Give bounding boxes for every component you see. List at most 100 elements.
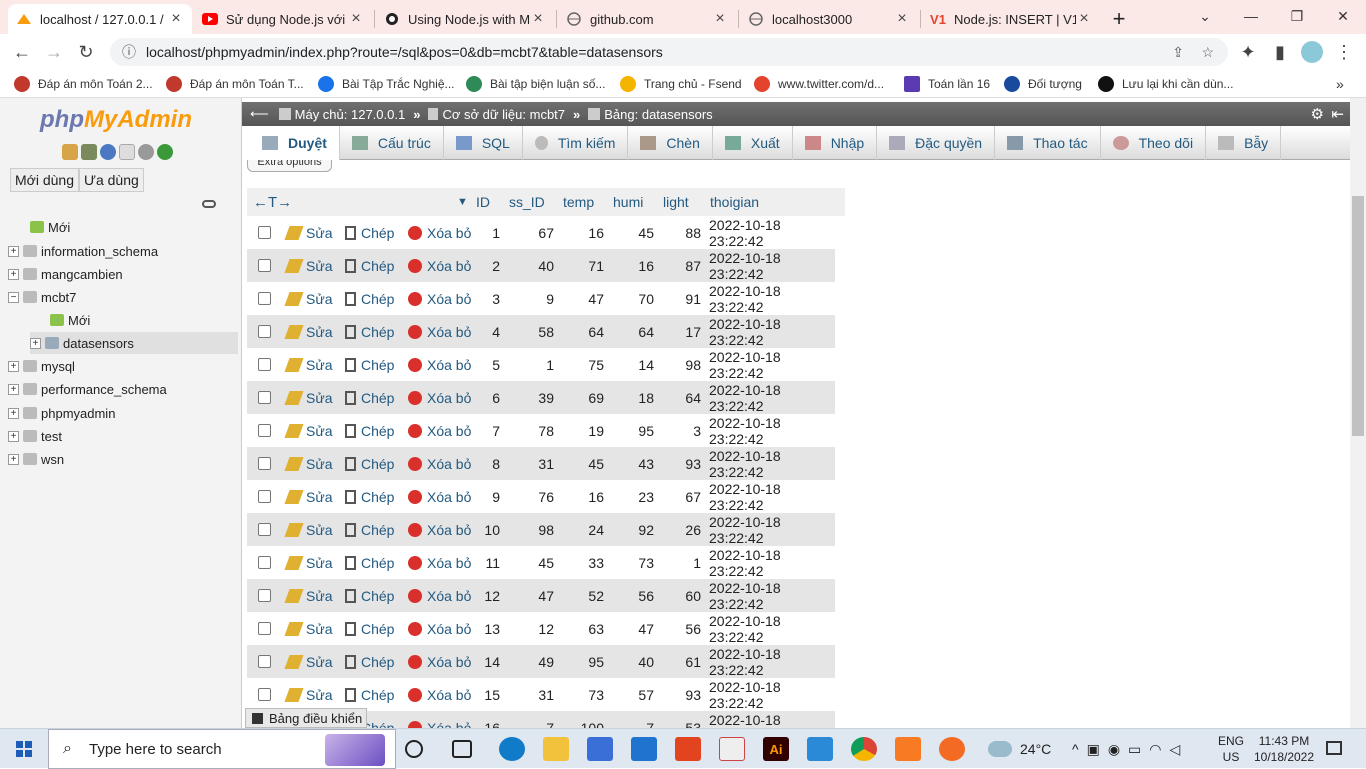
delete-link[interactable]: Xóa bỏ [408, 522, 471, 538]
copy-link[interactable]: Chép [345, 489, 394, 505]
table-row[interactable]: Sửa Chép Xóa bỏ 6 39 69 18 64 2022-10-18 23:22:4… [247, 381, 835, 414]
favorite-tables-button[interactable]: Ưa dùng [79, 168, 144, 192]
vscode-icon[interactable] [807, 737, 833, 761]
copy-link[interactable]: Chép [345, 225, 394, 241]
delete-link[interactable]: Xóa bỏ [408, 456, 471, 472]
delete-link[interactable]: Xóa bỏ [408, 225, 471, 241]
row-checkbox[interactable] [258, 490, 271, 503]
edit-link[interactable]: Sửa [284, 225, 333, 241]
tab-insert[interactable]: Chèn [628, 126, 713, 160]
bookmark-item[interactable]: Bài tập biện luận số... [466, 74, 605, 94]
copy-link[interactable]: Chép [345, 324, 394, 340]
postman-icon[interactable] [939, 737, 965, 761]
tree-item-datasensors[interactable]: + datasensors [30, 332, 238, 354]
close-icon[interactable]: × [168, 10, 184, 28]
edit-link[interactable]: Sửa [284, 687, 333, 703]
extensions-icon[interactable]: ✦ [1234, 38, 1262, 66]
notification-icon[interactable] [1326, 741, 1342, 755]
collapse-icon[interactable]: − [8, 291, 19, 303]
browser-tab-phpmyadmin[interactable]: localhost / 127.0.0.1 / × [8, 4, 192, 34]
recent-tables-button[interactable]: Mới dùng [10, 168, 79, 192]
weather-widget[interactable]: 24°C [988, 729, 1051, 769]
language-indicator[interactable]: ENG US [1218, 729, 1244, 769]
copy-link[interactable]: Chép [345, 357, 394, 373]
console-toggle[interactable]: Bảng điều khiển [245, 708, 367, 728]
column-header-humi[interactable]: humi [613, 194, 643, 210]
tree-item-performance-schema[interactable]: + performance_schema [8, 378, 167, 400]
tree-item-phpmyadmin[interactable]: + phpmyadmin [8, 402, 115, 424]
breadcrumb-server[interactable]: Máy chủ: 127.0.0.1 [295, 107, 406, 122]
table-row[interactable]: Sửa Chép Xóa bỏ 14 49 95 40 61 2022-10-18 23:22:… [247, 645, 835, 678]
tab-search[interactable]: Tìm kiếm [523, 126, 629, 160]
row-checkbox[interactable] [258, 688, 271, 701]
side-panel-icon[interactable]: ▮ [1266, 38, 1294, 66]
delete-link[interactable]: Xóa bỏ [408, 588, 471, 604]
row-checkbox[interactable] [258, 622, 271, 635]
tree-item-information-schema[interactable]: + information_schema [8, 240, 158, 262]
tree-item-mysql[interactable]: + mysql [8, 355, 75, 377]
delete-link[interactable]: Xóa bỏ [408, 423, 471, 439]
expand-icon[interactable]: + [8, 383, 19, 395]
tab-browse[interactable]: Duyệt [250, 126, 340, 160]
edit-link[interactable]: Sửa [284, 357, 333, 373]
column-header-temp[interactable]: temp [563, 194, 594, 210]
edit-link[interactable]: Sửa [284, 423, 333, 439]
column-header-ss-id[interactable]: ss_ID [509, 194, 545, 210]
tray-status-icon[interactable]: ◉ [1108, 741, 1120, 758]
bookmark-item[interactable]: Đối tượng [1004, 74, 1082, 94]
delete-link[interactable]: Xóa bỏ [408, 291, 471, 307]
edit-link[interactable]: Sửa [284, 522, 333, 538]
edit-link[interactable]: Sửa [284, 291, 333, 307]
office-icon[interactable] [675, 737, 701, 761]
close-icon[interactable]: × [894, 10, 910, 28]
tree-item-new-table[interactable]: Mới [50, 309, 90, 331]
table-row[interactable]: Sửa Chép Xóa bỏ 13 12 63 47 56 2022-10-18 23:22:… [247, 612, 835, 645]
table-row[interactable]: Sửa Chép Xóa bỏ 1 67 16 45 88 2022-10-18 23:22:4… [247, 216, 835, 249]
table-row[interactable]: Sửa Chép Xóa bỏ 2 40 71 16 87 2022-10-18 23:22:4… [247, 249, 835, 282]
breadcrumb-database[interactable]: Cơ sở dữ liệu: mcbt7 [442, 107, 565, 122]
mail-icon[interactable] [631, 737, 657, 761]
profile-avatar[interactable] [1298, 38, 1326, 66]
site-info-icon[interactable]: ⓘ [122, 42, 136, 62]
delete-link[interactable]: Xóa bỏ [408, 258, 471, 274]
sort-dropdown-icon[interactable]: ▼ [457, 196, 468, 208]
tree-item-wsn[interactable]: + wsn [8, 448, 64, 470]
illustrator-icon[interactable]: Ai [763, 737, 789, 761]
bookmark-item[interactable]: Đáp án môn Toán T... [166, 74, 304, 94]
tree-item-test[interactable]: + test [8, 425, 62, 447]
row-checkbox[interactable] [258, 523, 271, 536]
edit-link[interactable]: Sửa [284, 588, 333, 604]
delete-link[interactable]: Xóa bỏ [408, 555, 471, 571]
bookmark-star-icon[interactable]: ☆ [1201, 44, 1214, 61]
table-row[interactable]: Sửa Chép Xóa bỏ 4 58 64 64 17 2022-10-18 23:22:4… [247, 315, 835, 348]
page-scrollbar[interactable] [1350, 98, 1366, 728]
browser-tab-github[interactable]: github.com × [558, 4, 736, 34]
table-row[interactable]: Sửa Chép Xóa bỏ 7 78 19 95 3 2022-10-18 23:22:42 [247, 414, 835, 447]
docs-icon[interactable] [119, 144, 135, 160]
table-row[interactable]: Sửa Chép Xóa bỏ 9 76 16 23 67 2022-10-18 23:22:4… [247, 480, 835, 513]
delete-link[interactable]: Xóa bỏ [408, 621, 471, 637]
share-icon[interactable]: ⇪ [1172, 44, 1184, 61]
battery-icon[interactable]: ▭ [1128, 741, 1141, 758]
taskbar-search-input[interactable]: ⌕ Type here to search [48, 729, 396, 769]
tray-app-icon[interactable]: ▣ [1087, 741, 1100, 758]
close-icon[interactable]: × [348, 10, 364, 28]
edit-link[interactable]: Sửa [284, 621, 333, 637]
minimize-icon[interactable]: — [1228, 0, 1274, 32]
table-row[interactable]: Sửa Chép Xóa bỏ 3 9 47 70 91 2022-10-18 23:22:42 [247, 282, 835, 315]
xampp-icon[interactable] [895, 737, 921, 761]
expand-icon[interactable]: + [8, 407, 19, 419]
collapse-up-icon[interactable]: ⇤ [1331, 105, 1344, 123]
expand-icon[interactable]: + [8, 360, 19, 372]
copy-link[interactable]: Chép [345, 555, 394, 571]
close-icon[interactable]: × [1076, 10, 1092, 28]
more-bookmarks-icon[interactable]: » [1336, 74, 1344, 94]
tab-operations[interactable]: Thao tác [995, 126, 1101, 160]
bookmark-item[interactable]: Trang chủ - Fsend [620, 74, 742, 94]
close-icon[interactable]: × [712, 10, 728, 28]
row-checkbox[interactable] [258, 358, 271, 371]
logout-icon[interactable] [81, 144, 97, 160]
tab-triggers[interactable]: Bẫy [1206, 126, 1282, 160]
cortana-icon[interactable] [405, 740, 423, 758]
tab-tracking[interactable]: Theo dõi [1101, 126, 1207, 160]
